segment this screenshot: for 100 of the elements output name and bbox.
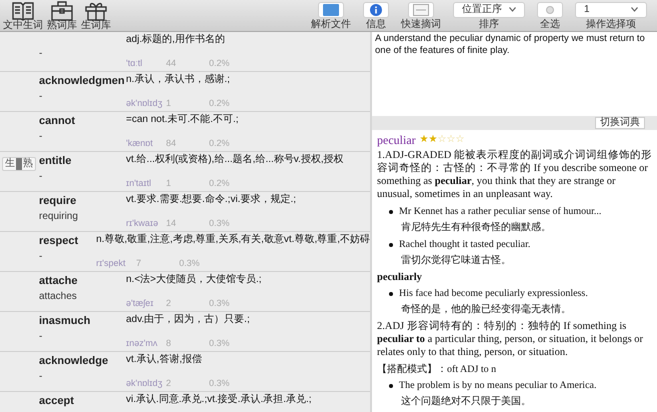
- sense-definition: 2.ADJ 形容词特有的：特别的：独特的 If something is peculiar to a particular thing, person, or situation, it belongs or relates only to that thing, person, or situation.: [377, 320, 644, 359]
- count: 1: [166, 178, 172, 189]
- definition: vt.要求.需要.想要.命令.;vi.要求，规定.;: [126, 194, 298, 206]
- bullet-icon: [389, 243, 393, 247]
- definition: adj.标题的,用作书名的: [126, 34, 226, 46]
- count: 2: [166, 378, 172, 389]
- example-translation: 雷切尔觉得它味道古怪。: [400, 254, 512, 267]
- count: 7: [136, 258, 142, 269]
- word: accept: [39, 394, 74, 409]
- word-form: -: [39, 251, 42, 263]
- word-form: -: [39, 91, 42, 103]
- phonetic: ɪnəz'mʌ: [126, 338, 158, 349]
- phonetic: ək'nɒlɪdʒ: [126, 378, 164, 389]
- count: 84: [166, 138, 178, 149]
- toolbar-tab[interactable]: 熟词库: [46, 0, 78, 30]
- pattern-note: 【搭配模式】：oft ADJ to n: [377, 363, 498, 376]
- bullet-icon: [389, 292, 393, 296]
- gift-icon: [85, 0, 107, 20]
- percentage: 0.3%: [209, 378, 230, 389]
- toolbar-tab[interactable]: 生词库: [80, 0, 112, 30]
- percentage: 0.3%: [209, 338, 230, 349]
- percentage: 0.3%: [179, 258, 200, 269]
- star-icon: ☆: [456, 135, 465, 145]
- count: 1: [166, 98, 172, 109]
- select-all-button[interactable]: [537, 2, 563, 18]
- word-form: attaches: [39, 291, 77, 303]
- circle-icon: [546, 6, 554, 14]
- example-translation: 肯尼特先生有种很奇怪的幽默感。: [400, 221, 552, 234]
- phonetic: ək'nɒlɪdʒ: [126, 98, 164, 109]
- derived-word: peculiarly: [377, 271, 423, 284]
- word: inasmuch: [39, 314, 90, 329]
- tool-label: 信息: [366, 20, 386, 30]
- chevron-icon: [509, 7, 516, 12]
- word: attache: [39, 274, 78, 289]
- percentage: 0.2%: [209, 138, 230, 149]
- dropdown[interactable]: 1: [575, 2, 647, 18]
- tool-label: 解析文件: [311, 20, 351, 30]
- example-sentence: Rachel thought it tasted peculiar.: [399, 238, 530, 251]
- folder-icon: [323, 4, 339, 16]
- word-form: -: [39, 371, 42, 383]
- word: cannot: [39, 114, 76, 129]
- word-form: requiring: [39, 211, 78, 223]
- book-icon: [12, 0, 34, 20]
- dropdown[interactable]: 位置正序: [453, 2, 525, 18]
- briefcase-icon: [51, 0, 73, 20]
- percentage: 0.3%: [209, 298, 230, 309]
- tool-label: 排序: [479, 20, 499, 30]
- toolbar-button[interactable]: [318, 2, 344, 18]
- word-form: -: [39, 48, 42, 60]
- star-icon: ★: [420, 135, 429, 145]
- star-icon: ☆: [446, 135, 456, 145]
- toolbar-tab[interactable]: 文中生词: [2, 0, 44, 30]
- example-sentence: His face had become peculiarly expressionless.: [399, 287, 588, 300]
- word: acknowledgmen: [39, 74, 125, 89]
- word: require: [39, 194, 76, 209]
- info-icon: [370, 4, 382, 16]
- count: 8: [166, 338, 172, 349]
- percentage: 0.2%: [209, 98, 230, 109]
- known-toggle[interactable]: 生 熟: [2, 157, 36, 171]
- phonetic: 'tɑːtl: [126, 58, 144, 69]
- percentage: 0.2%: [209, 58, 230, 69]
- count: 2: [166, 298, 172, 309]
- phonetic: ə'tæʃeɪ: [126, 298, 154, 309]
- word: acknowledge: [39, 354, 108, 369]
- bullet-icon: [389, 210, 393, 214]
- context-sentence: A understand the peculiar dynamic of property we must return to one of the features of finite play.: [375, 33, 646, 57]
- word: entitle: [39, 154, 72, 169]
- tool-label: 快速摘词: [401, 20, 441, 30]
- switch-dictionary-button[interactable]: 切换词典: [595, 117, 645, 129]
- percentage: 0.3%: [209, 218, 230, 229]
- phonetic: rɪ'spekt: [96, 258, 127, 269]
- count: 14: [166, 218, 178, 229]
- definition: adv.由于，因为，古）只要.;: [126, 314, 251, 326]
- headword: peculiar: [377, 133, 416, 147]
- sense-definition: 1.ADJ-GRADED 能被表示程度的副词或介词词组修饰的形容词奇怪的：古怪的：不寻常的 If you describe someone or something as peculiar, you think that they are strange or unusual, sometimes in an unpleasant way.: [377, 149, 652, 201]
- tool-label: 全选: [540, 20, 560, 30]
- bullet-icon: [389, 384, 393, 388]
- star-icon: ☆: [438, 135, 447, 145]
- toolbar-button[interactable]: [408, 2, 434, 18]
- definition: n.承认，承认书，感谢.;: [126, 74, 231, 86]
- tool-label: 操作选择项: [586, 20, 636, 30]
- example-translation: 这个问题绝对不只限于美国。: [400, 395, 532, 408]
- toggle-thumb: [16, 158, 22, 170]
- word-form: -: [39, 171, 42, 183]
- phonetic: ɪn'taɪtl: [126, 178, 152, 189]
- example-translation: 奇怪的是，他的脸已经变得毫无表情。: [400, 303, 572, 316]
- definition: n.尊敬,敬重,注意,考虑,尊重,关系,有关,敬意vt.尊敬,尊重,不妨碍: [96, 234, 370, 246]
- word: respect: [39, 234, 78, 249]
- word-form: -: [39, 331, 42, 343]
- definition: vi.承认.同意.承兑.;vt.接受.承认.承担.承兑.;: [126, 394, 313, 406]
- word-form: -: [39, 131, 42, 143]
- definition: vt.承认,答谢,报偿: [126, 354, 204, 366]
- example-sentence: The problem is by no means peculiar to America.: [399, 379, 596, 392]
- example-sentence: Mr Kennet has a rather peculiar sense of humour...: [399, 205, 602, 218]
- star-icon: ★: [428, 135, 438, 145]
- definition: n.<法>大使随员，大使馆专员.;: [126, 274, 263, 286]
- phonetic: 'kænɒt: [126, 138, 154, 149]
- list-icon: [413, 4, 429, 16]
- definition: =can not.未可.不能.不可.;: [126, 114, 240, 126]
- toolbar-button[interactable]: [363, 2, 389, 18]
